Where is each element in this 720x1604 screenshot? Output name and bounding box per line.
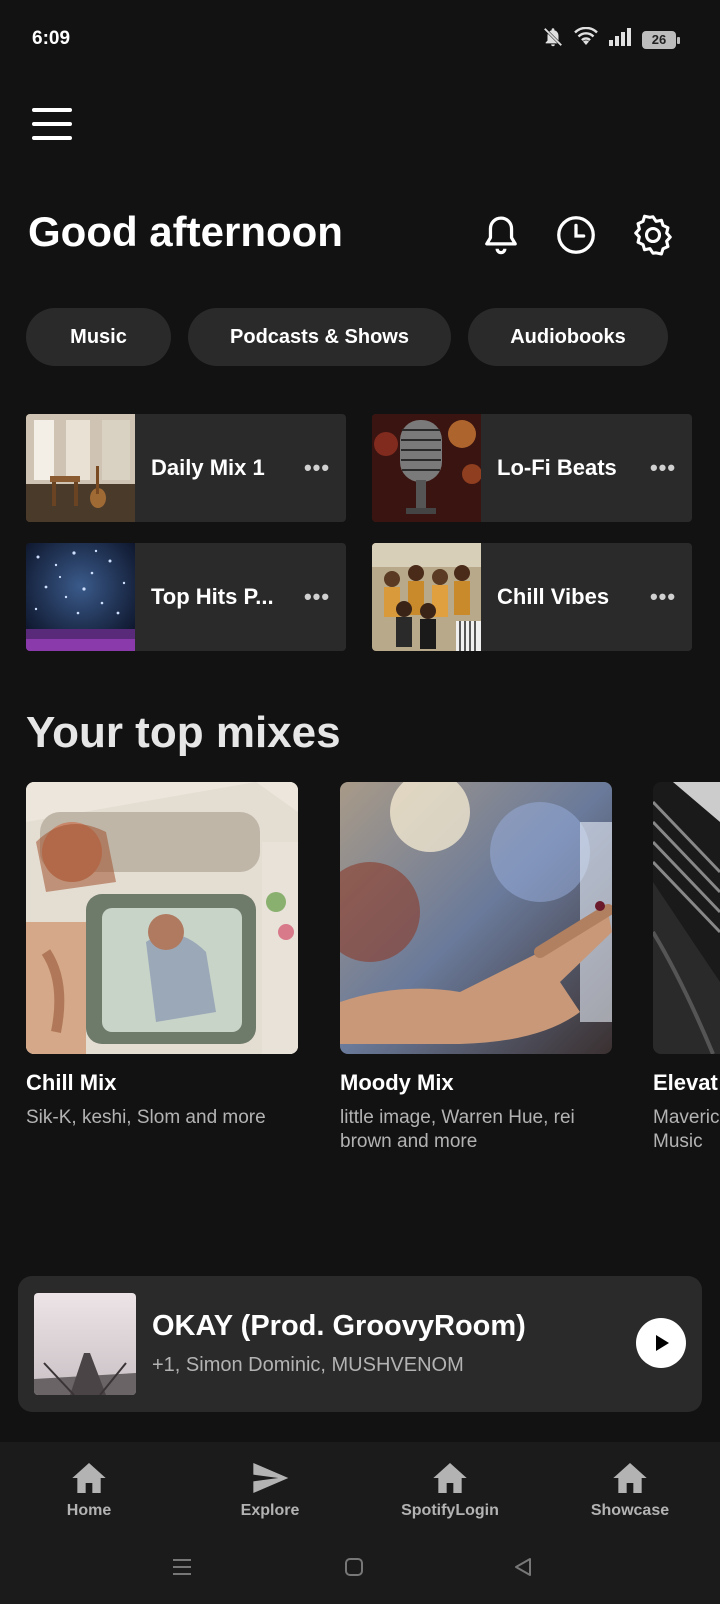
tile-label: Lo-Fi Beats (497, 455, 617, 480)
nav-item-showcase[interactable]: Showcase (555, 1458, 705, 1520)
more-options-icon[interactable]: ••• (634, 584, 692, 610)
chip-music[interactable]: Music (26, 308, 171, 366)
quick-tile-top-hits[interactable]: Top Hits P... ••• (26, 543, 346, 651)
home-icon (433, 1463, 467, 1493)
mix-title: Chill Mix (26, 1070, 117, 1095)
chip-podcasts-shows[interactable]: Podcasts & Shows (188, 308, 451, 366)
back-icon[interactable] (512, 1556, 534, 1583)
status-time: 6:09 (32, 28, 71, 49)
play-button[interactable] (636, 1318, 686, 1368)
tile-label: Daily Mix 1 (151, 455, 265, 480)
nav-label: SpotifyLogin (401, 1502, 499, 1519)
nav-label: Home (66, 1502, 112, 1519)
more-options-icon[interactable]: ••• (634, 455, 692, 481)
bell-off-icon (542, 26, 564, 53)
home-icon (613, 1463, 647, 1493)
quick-tile-daily-mix-1[interactable]: Daily Mix 1 ••• (26, 414, 346, 522)
now-playing-artist: +1, Simon Dominic, MUSHVENOM (152, 1354, 464, 1376)
mix-artwork-moody-mix[interactable] (340, 782, 612, 1054)
gear-icon[interactable] (630, 212, 676, 258)
mix-subtitle: Sik-K, keshi, Slom and more (26, 1107, 266, 1128)
mix-title: Elevat (653, 1070, 718, 1095)
page-title: Good afternoon (28, 208, 343, 255)
tile-artwork (26, 543, 135, 651)
send-icon (253, 1463, 289, 1493)
battery-icon: 26 (642, 30, 680, 49)
now-playing-artwork (34, 1293, 136, 1395)
mix-artwork-chill-mix[interactable] (26, 782, 298, 1054)
tile-label: Top Hits P... (151, 584, 274, 609)
battery-level: 26 (651, 32, 667, 47)
signal-icon (608, 28, 632, 51)
menu-icon[interactable] (32, 108, 72, 140)
play-icon (656, 1335, 669, 1351)
nav-item-explore[interactable]: Explore (195, 1458, 345, 1520)
tile-artwork (26, 414, 135, 522)
home-button-icon[interactable] (343, 1556, 365, 1583)
status-icons: 26 (542, 26, 680, 53)
tile-label: Chill Vibes (497, 584, 610, 609)
nav-item-home[interactable]: Home (14, 1458, 164, 1520)
mix-subtitle: little image, Warren Hue, rei brown and … (340, 1107, 575, 1152)
more-options-icon[interactable]: ••• (288, 584, 346, 610)
bell-icon[interactable] (478, 212, 524, 258)
wifi-icon (574, 26, 598, 52)
tile-artwork (372, 543, 481, 651)
chip-audiobooks[interactable]: Audiobooks (468, 308, 668, 366)
clock-icon[interactable] (553, 212, 599, 258)
home-icon (72, 1463, 106, 1493)
mix-subtitle: Maveric Music (653, 1107, 720, 1152)
quick-tile-lo-fi-beats[interactable]: Lo-Fi Beats ••• (372, 414, 692, 522)
nav-label: Explore (240, 1502, 300, 1519)
more-options-icon[interactable]: ••• (288, 455, 346, 481)
mix-artwork-elevate[interactable] (653, 782, 720, 1054)
nav-item-spotifylogin[interactable]: SpotifyLogin (375, 1458, 525, 1520)
quick-tile-chill-vibes[interactable]: Chill Vibes ••• (372, 543, 692, 651)
nav-label: Showcase (590, 1502, 670, 1519)
mix-title: Moody Mix (340, 1070, 454, 1095)
now-playing-title: OKAY (Prod. GroovyRoom) (152, 1310, 526, 1342)
recents-icon[interactable] (171, 1556, 193, 1583)
section-title: Your top mixes (26, 708, 341, 757)
tile-artwork (372, 414, 481, 522)
